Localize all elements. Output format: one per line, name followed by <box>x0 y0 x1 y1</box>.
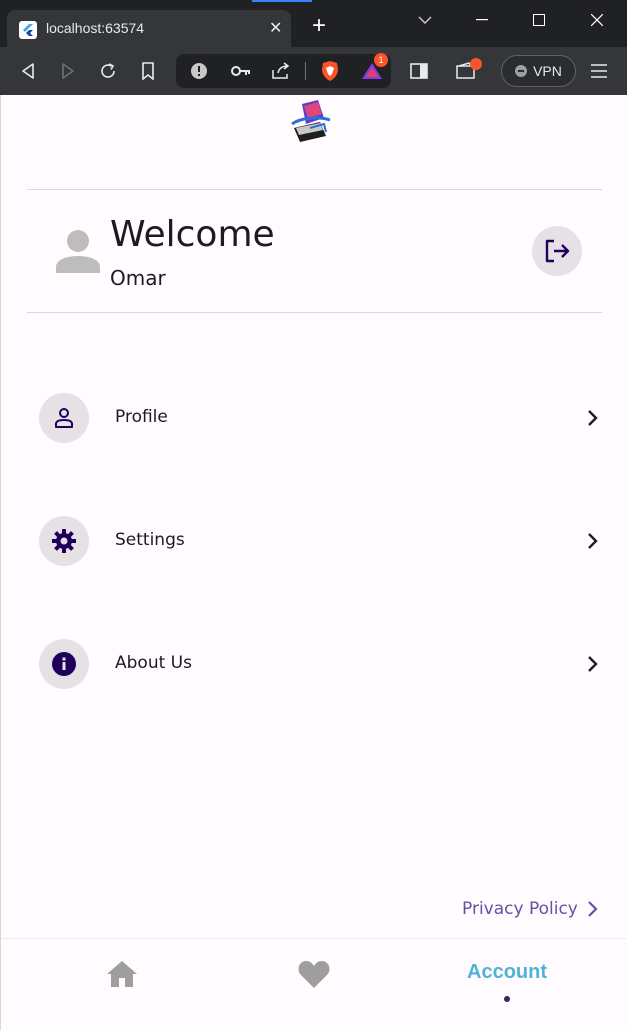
browser-tab[interactable]: localhost:63574 ✕ <box>7 10 291 47</box>
back-icon[interactable] <box>16 59 40 83</box>
active-indicator-dot <box>504 996 510 1002</box>
avatar-icon <box>56 229 100 273</box>
wallet-icon[interactable] <box>455 58 482 83</box>
address-bar[interactable]: 1 <box>176 53 391 88</box>
chevron-right-icon <box>583 531 603 551</box>
key-icon[interactable] <box>229 59 253 83</box>
menu-item-label: About Us <box>115 653 192 673</box>
vpn-button[interactable]: VPN <box>501 55 576 87</box>
nav-account-label: Account <box>467 961 547 983</box>
close-tab-icon[interactable]: ✕ <box>269 18 282 38</box>
browser-tab-bar: localhost:63574 ✕ + <box>0 0 627 47</box>
person-icon <box>39 393 89 443</box>
nav-home[interactable] <box>105 959 139 1019</box>
gear-icon <box>39 516 89 566</box>
window-close-icon[interactable] <box>582 10 612 30</box>
header-divider-top <box>27 189 602 190</box>
account-screen: Welcome Omar Profile Settings About Us P… <box>0 95 627 1030</box>
browser-toolbar: 1 VPN <box>0 47 627 95</box>
brave-rewards-icon[interactable]: 1 <box>360 53 388 83</box>
menu-item-label: Settings <box>115 530 185 550</box>
minimize-icon[interactable] <box>467 10 497 30</box>
tab-accent-line <box>252 0 312 2</box>
chevron-right-icon <box>583 654 603 674</box>
logout-icon <box>545 239 570 263</box>
flutter-favicon-icon <box>19 21 37 39</box>
reload-icon[interactable] <box>96 59 120 83</box>
brave-shields-icon[interactable] <box>318 59 342 83</box>
sidebar-icon[interactable] <box>407 59 431 83</box>
welcome-title: Welcome <box>110 214 275 255</box>
menu-item-settings[interactable]: Settings <box>27 511 607 571</box>
tab-search-icon[interactable] <box>410 10 440 30</box>
rewards-badge: 1 <box>374 53 388 67</box>
nav-account[interactable]: Account <box>467 949 547 1009</box>
info-icon <box>39 639 89 689</box>
nav-favorites[interactable] <box>297 959 331 1019</box>
chevron-right-icon <box>583 408 603 428</box>
wallet-notification-dot <box>470 58 482 70</box>
site-info-icon[interactable] <box>187 59 211 83</box>
share-icon[interactable] <box>269 59 293 83</box>
app-logo-icon <box>290 98 332 146</box>
tab-title: localhost:63574 <box>46 20 145 36</box>
username: Omar <box>110 266 166 290</box>
chevron-right-icon <box>588 901 598 917</box>
menu-item-profile[interactable]: Profile <box>27 388 607 448</box>
omnibox-divider <box>305 62 306 80</box>
bookmark-icon[interactable] <box>136 59 160 83</box>
vpn-label: VPN <box>533 63 562 79</box>
heart-icon <box>298 961 330 988</box>
menu-item-about-us[interactable]: About Us <box>27 634 607 694</box>
maximize-icon[interactable] <box>524 10 554 30</box>
home-icon <box>107 961 137 987</box>
menu-icon[interactable] <box>587 59 611 83</box>
vpn-status-icon <box>515 65 528 77</box>
new-tab-button[interactable]: + <box>309 14 329 38</box>
logout-button[interactable] <box>532 226 582 276</box>
forward-icon[interactable] <box>56 59 80 83</box>
privacy-policy-link[interactable]: Privacy Policy <box>462 899 600 919</box>
bottom-navigation-bar: Account <box>1 938 627 1030</box>
menu-item-label: Profile <box>115 407 168 427</box>
header-divider-bottom <box>27 312 602 313</box>
privacy-policy-label: Privacy Policy <box>462 899 578 919</box>
